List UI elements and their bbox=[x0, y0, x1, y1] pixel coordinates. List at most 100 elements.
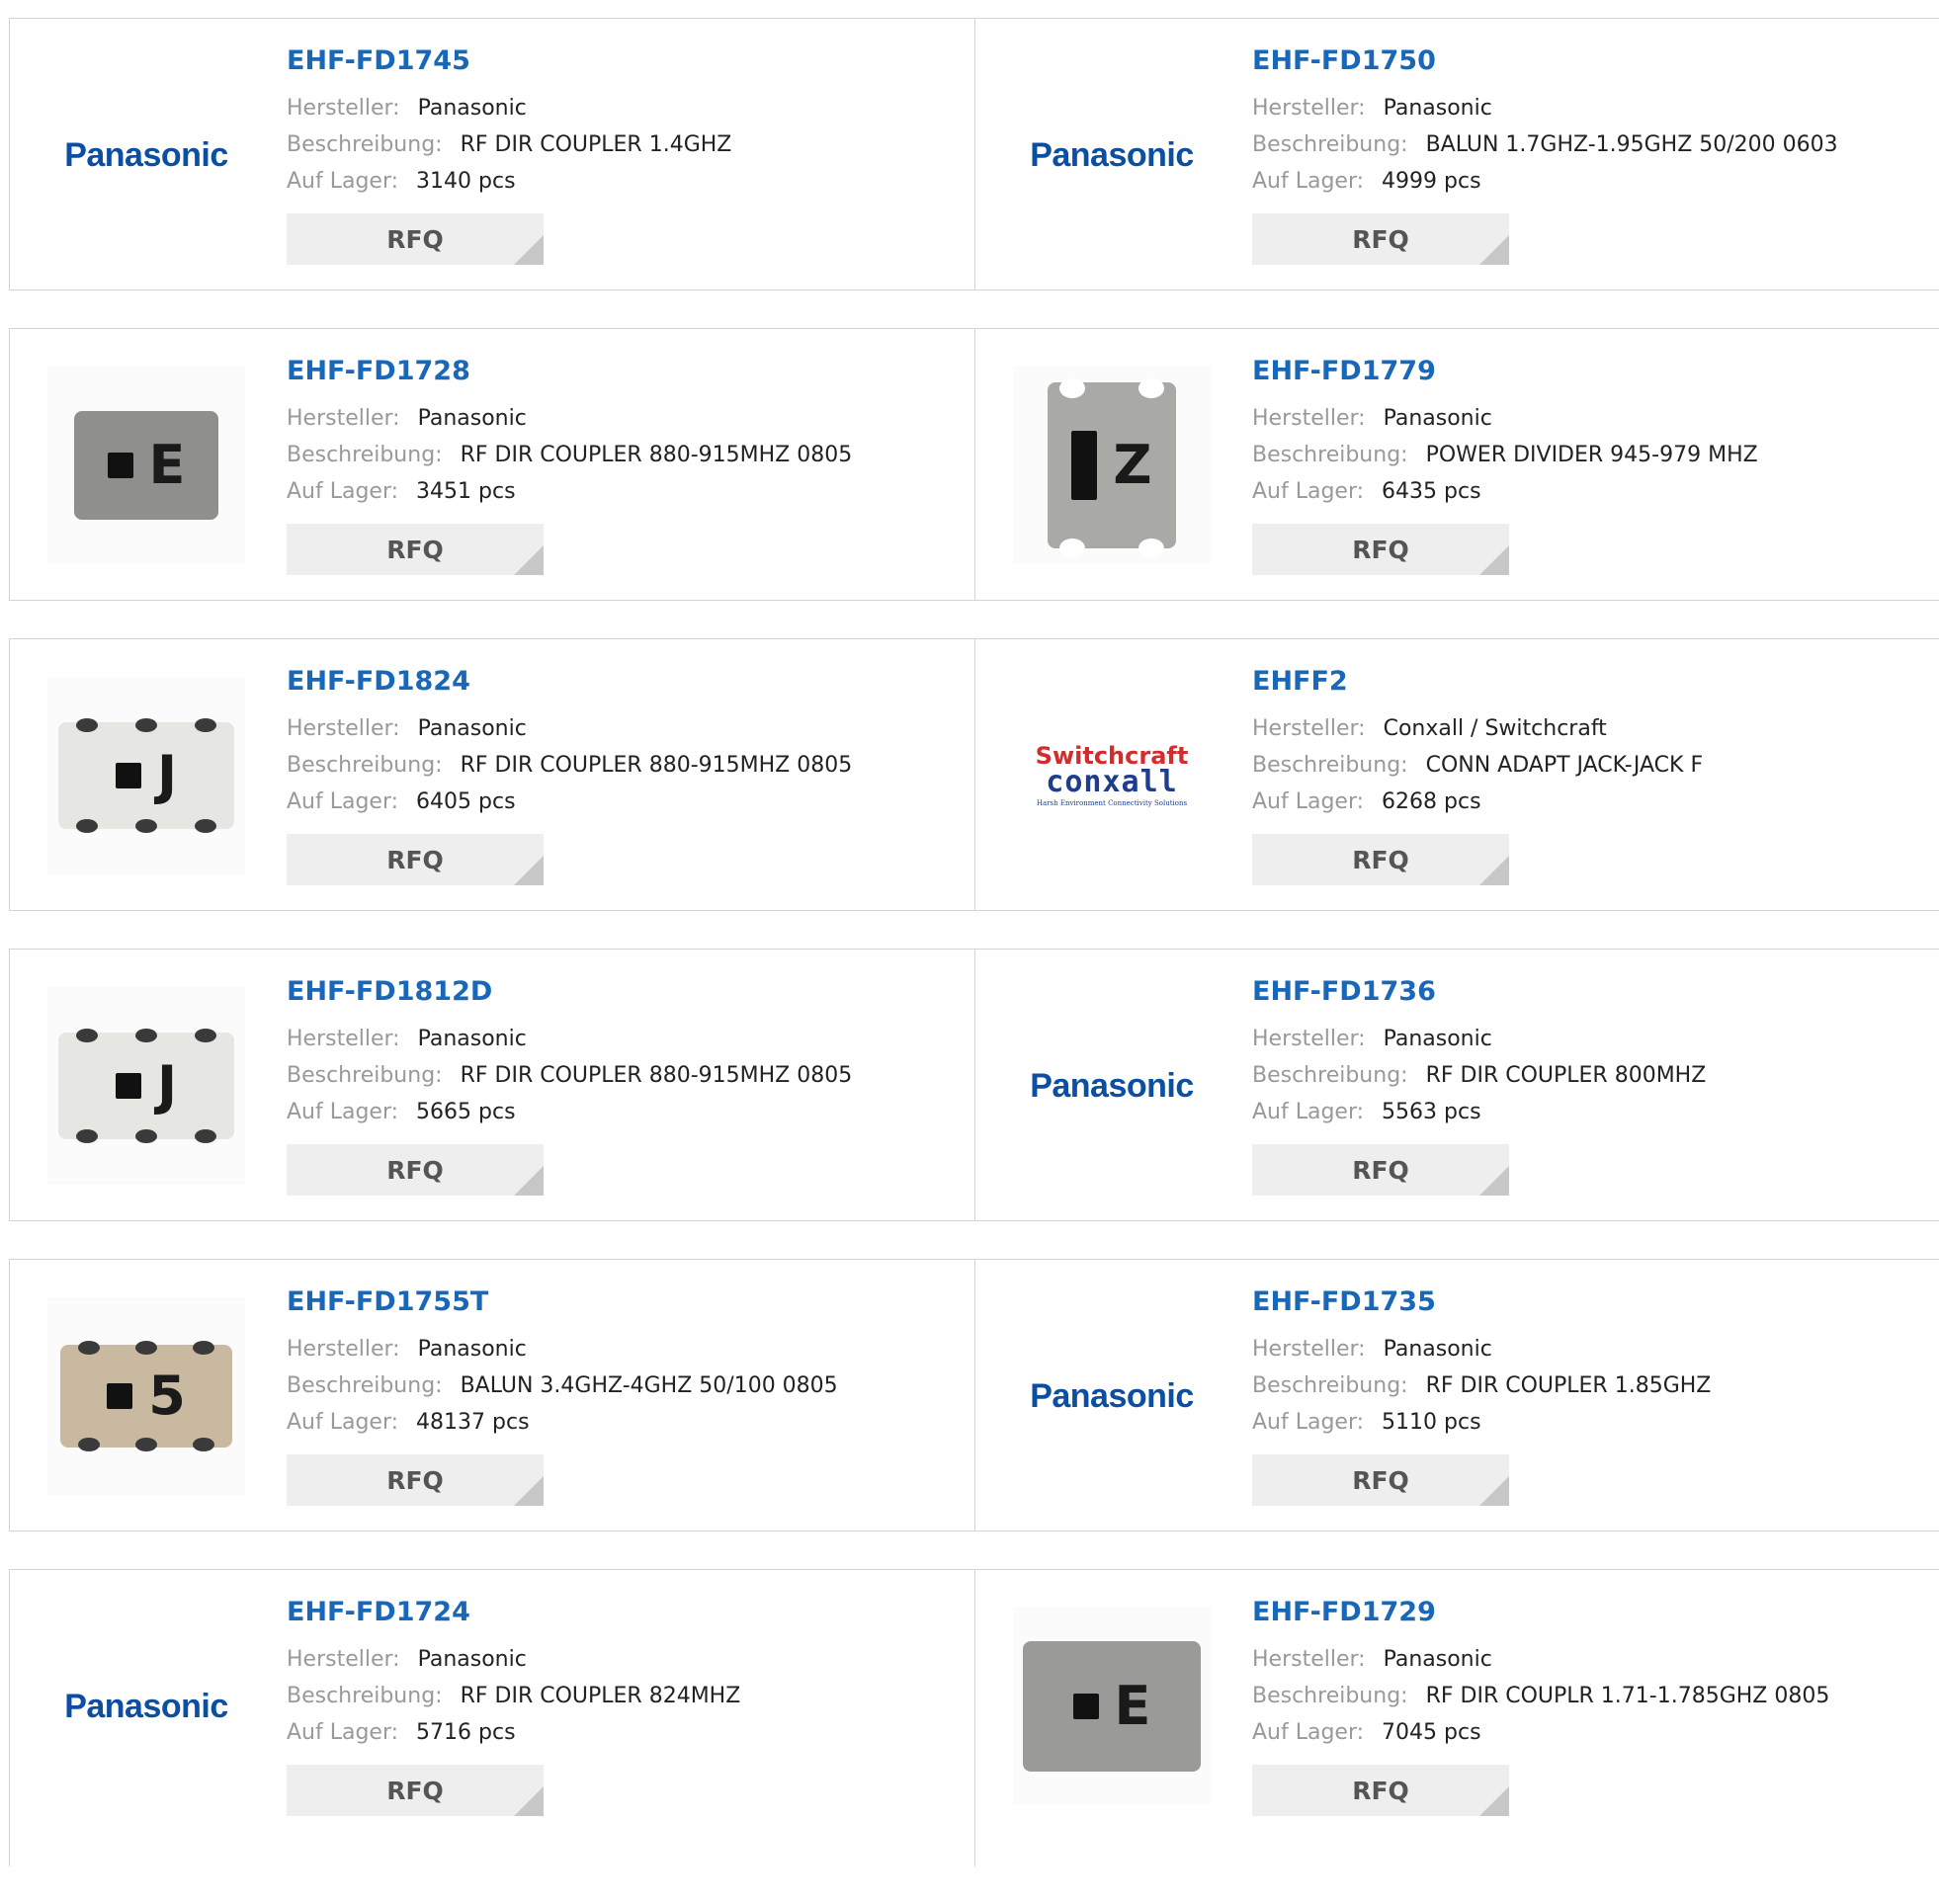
part-number-link[interactable]: EHF-FD1745 bbox=[287, 44, 731, 78]
product-image[interactable]: Z bbox=[1013, 367, 1211, 564]
chip-pad bbox=[78, 1341, 100, 1355]
product-row: 5 EHF-FD1755T Hersteller: Panasonic Besch… bbox=[9, 1259, 1939, 1531]
panasonic-logo: Panasonic bbox=[64, 135, 228, 174]
description-value: RF DIR COUPLER 824MHZ bbox=[460, 1684, 741, 1708]
product-image[interactable]: Panasonic bbox=[1013, 987, 1211, 1185]
switchcraft-conxall-logo: Switchcraft conxall Harsh Environment Conn… bbox=[1036, 744, 1189, 807]
product-image[interactable]: 5 bbox=[47, 1297, 245, 1495]
product-image[interactable]: Panasonic bbox=[1013, 56, 1211, 254]
stock-line: Auf Lager: 5110 pcs bbox=[1252, 1404, 1711, 1441]
stock-line: Auf Lager: 4999 pcs bbox=[1252, 163, 1838, 200]
product-image[interactable]: J bbox=[47, 987, 245, 1185]
rfq-button[interactable]: RFQ bbox=[1252, 1765, 1509, 1816]
stock-label: Auf Lager: bbox=[287, 789, 399, 814]
rfq-button[interactable]: RFQ bbox=[1252, 213, 1509, 265]
part-number-link[interactable]: EHF-FD1750 bbox=[1252, 44, 1838, 78]
product-row: Panasonic EHF-FD1745 Hersteller: Panasoni… bbox=[9, 18, 1939, 290]
chip-marking: 5 bbox=[148, 1365, 186, 1427]
description-value: POWER DIVIDER 945-979 MHZ bbox=[1425, 443, 1758, 467]
product-image[interactable]: Panasonic bbox=[47, 56, 245, 254]
manufacturer-value: Panasonic bbox=[417, 716, 527, 741]
description-value: CONN ADAPT JACK-JACK F bbox=[1425, 753, 1704, 778]
product-row: J EHF-FD1824 Hersteller: Panasonic Beschr… bbox=[9, 638, 1939, 911]
part-number-link[interactable]: EHFF2 bbox=[1252, 665, 1703, 699]
manufacturer-label: Hersteller: bbox=[287, 96, 400, 121]
chip-pad bbox=[135, 1029, 157, 1042]
part-number-link[interactable]: EHF-FD1824 bbox=[287, 665, 852, 699]
product-image[interactable]: J bbox=[47, 677, 245, 874]
stock-value: 6268 pcs bbox=[1382, 789, 1481, 814]
description-label: Beschreibung: bbox=[1252, 1063, 1408, 1088]
chip-marking: E bbox=[148, 434, 186, 496]
part-number-link[interactable]: EHF-FD1735 bbox=[1252, 1285, 1711, 1319]
product-image[interactable]: Switchcraft conxall Harsh Environment Conn… bbox=[1013, 677, 1211, 874]
rfq-button[interactable]: RFQ bbox=[287, 1454, 544, 1506]
part-number-link[interactable]: EHF-FD1755T bbox=[287, 1285, 838, 1319]
description-line: Beschreibung: RF DIR COUPLER 880-915MHZ 0… bbox=[287, 437, 852, 473]
manufacturer-label: Hersteller: bbox=[1252, 1337, 1366, 1362]
chip-pad bbox=[1059, 378, 1085, 398]
description-line: Beschreibung: RF DIR COUPLER 800MHZ bbox=[1252, 1057, 1706, 1094]
manufacturer-line: Hersteller: Panasonic bbox=[287, 710, 852, 747]
part-number-link[interactable]: EHF-FD1728 bbox=[287, 355, 852, 388]
rfq-button[interactable]: RFQ bbox=[1252, 1454, 1509, 1506]
chip-pad bbox=[135, 1438, 157, 1451]
part-number-link[interactable]: EHF-FD1812D bbox=[287, 975, 852, 1009]
chip-pad bbox=[1138, 378, 1164, 398]
rfq-button[interactable]: RFQ bbox=[287, 213, 544, 265]
description-value: RF DIR COUPLER 880-915MHZ 0805 bbox=[460, 753, 853, 778]
stock-line: Auf Lager: 6435 pcs bbox=[1252, 473, 1758, 510]
product-image[interactable]: Panasonic bbox=[47, 1608, 245, 1805]
rfq-button[interactable]: RFQ bbox=[1252, 524, 1509, 575]
rfq-button[interactable]: RFQ bbox=[287, 1765, 544, 1816]
product-info: EHF-FD1745 Hersteller: Panasonic Beschrei… bbox=[287, 44, 731, 265]
part-number-link[interactable]: EHF-FD1736 bbox=[1252, 975, 1706, 1009]
product-card: Panasonic EHF-FD1736 Hersteller: Panasoni… bbox=[975, 950, 1939, 1220]
description-label: Beschreibung: bbox=[287, 443, 443, 467]
chip-pad bbox=[135, 819, 157, 833]
manufacturer-value: Panasonic bbox=[1383, 96, 1492, 121]
chip-marking: E bbox=[1114, 1675, 1151, 1737]
rfq-button[interactable]: RFQ bbox=[287, 834, 544, 885]
description-line: Beschreibung: RF DIR COUPLR 1.71-1.785GHZ… bbox=[1252, 1678, 1829, 1714]
manufacturer-label: Hersteller: bbox=[1252, 96, 1366, 121]
rfq-button[interactable]: RFQ bbox=[287, 1144, 544, 1196]
manufacturer-line: Hersteller: Panasonic bbox=[287, 1331, 838, 1367]
manufacturer-value: Panasonic bbox=[1383, 1027, 1492, 1051]
description-label: Beschreibung: bbox=[1252, 443, 1408, 467]
product-image[interactable]: Panasonic bbox=[1013, 1297, 1211, 1495]
description-line: Beschreibung: RF DIR COUPLER 880-915MHZ 0… bbox=[287, 747, 852, 784]
component-chip-photo: Z bbox=[1048, 378, 1176, 558]
rfq-button[interactable]: RFQ bbox=[1252, 834, 1509, 885]
product-image[interactable]: E bbox=[47, 367, 245, 564]
manufacturer-value: Panasonic bbox=[417, 406, 527, 431]
stock-value: 6435 pcs bbox=[1382, 479, 1481, 504]
manufacturer-line: Hersteller: Panasonic bbox=[287, 1021, 852, 1057]
manufacturer-line: Hersteller: Panasonic bbox=[287, 1641, 740, 1678]
part-number-link[interactable]: EHF-FD1729 bbox=[1252, 1596, 1829, 1629]
stock-value: 6405 pcs bbox=[416, 789, 516, 814]
description-label: Beschreibung: bbox=[1252, 1373, 1408, 1398]
stock-label: Auf Lager: bbox=[1252, 1720, 1365, 1745]
stock-line: Auf Lager: 7045 pcs bbox=[1252, 1714, 1829, 1751]
rfq-button[interactable]: RFQ bbox=[1252, 1144, 1509, 1196]
rfq-button[interactable]: RFQ bbox=[287, 524, 544, 575]
stock-value: 7045 pcs bbox=[1382, 1720, 1481, 1745]
conxall-tagline: Harsh Environment Connectivity Solutions bbox=[1036, 799, 1188, 807]
manufacturer-line: Hersteller: Panasonic bbox=[287, 90, 731, 126]
chip-marking: Z bbox=[1113, 434, 1152, 496]
manufacturer-label: Hersteller: bbox=[1252, 716, 1366, 741]
product-image[interactable]: E bbox=[1013, 1608, 1211, 1805]
part-number-link[interactable]: EHF-FD1779 bbox=[1252, 355, 1758, 388]
manufacturer-line: Hersteller: Panasonic bbox=[287, 400, 852, 437]
description-line: Beschreibung: RF DIR COUPLER 1.85GHZ bbox=[1252, 1367, 1711, 1404]
component-chip-photo: 5 bbox=[60, 1341, 232, 1451]
product-card: J EHF-FD1812D Hersteller: Panasonic Besch… bbox=[10, 950, 975, 1220]
stock-label: Auf Lager: bbox=[1252, 479, 1365, 504]
stock-value: 5563 pcs bbox=[1382, 1100, 1481, 1124]
description-value: RF DIR COUPLER 1.85GHZ bbox=[1425, 1373, 1712, 1398]
product-card: Z EHF-FD1779 Hersteller: Panasonic Beschr… bbox=[975, 329, 1939, 600]
manufacturer-line: Hersteller: Panasonic bbox=[1252, 1021, 1706, 1057]
stock-label: Auf Lager: bbox=[1252, 789, 1365, 814]
part-number-link[interactable]: EHF-FD1724 bbox=[287, 1596, 740, 1629]
